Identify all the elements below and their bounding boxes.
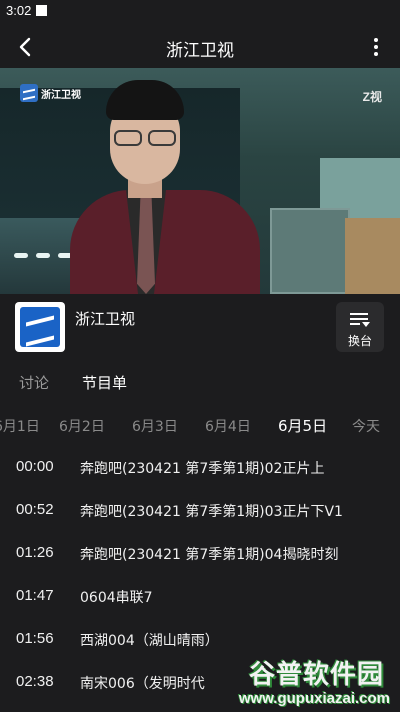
program-row[interactable]: 00:52 奔跑吧(230421 第7季第1期)03正片下V1 — [0, 491, 400, 531]
date-item-today[interactable]: 今天 — [352, 416, 380, 436]
watermark-url: www.gupuxiazai.com — [238, 690, 390, 707]
more-options-button[interactable] — [364, 30, 388, 64]
program-row[interactable]: 00:00 奔跑吧(230421 第7季第1期)02正片上 — [0, 448, 400, 488]
status-bar: 3:02 — [0, 0, 400, 22]
zhejiang-tv-logo-icon — [20, 307, 60, 347]
program-time: 00:00 — [16, 458, 54, 475]
watermark-title: 谷普软件园 — [248, 660, 384, 690]
page-title: 浙江卫视 — [166, 41, 234, 61]
content-tabs: 讨论 节目单 — [0, 366, 400, 400]
status-time: 3:02 — [6, 3, 32, 18]
date-item[interactable]: 6月3日 — [132, 416, 178, 436]
program-title: 奔跑吧(230421 第7季第1期)03正片下V1 — [80, 504, 343, 520]
channel-logo — [15, 302, 65, 352]
switch-channel-button[interactable]: 换台 — [336, 302, 384, 352]
date-item[interactable]: 6月1日 — [0, 416, 40, 436]
program-title: 西湖004（湖山晴雨） — [80, 633, 219, 649]
switch-channel-label: 换台 — [347, 334, 372, 348]
tab-discussion[interactable]: 讨论 — [19, 372, 49, 393]
video-corner-mark: Z视 — [362, 90, 382, 104]
program-title: 0604串联7 — [80, 590, 153, 606]
date-item[interactable]: 6月2日 — [59, 416, 105, 436]
date-item[interactable]: 6月4日 — [205, 416, 251, 436]
program-time: 01:47 — [16, 587, 54, 604]
video-background — [345, 218, 400, 294]
channel-list-icon — [350, 313, 370, 327]
program-title: 南宋006（发明时代 — [80, 676, 205, 692]
program-title: 奔跑吧(230421 第7季第1期)02正片上 — [80, 461, 325, 477]
program-row[interactable]: 01:47 0604串联7 — [0, 577, 400, 617]
tab-schedule[interactable]: 节目单 — [82, 372, 127, 393]
video-logo-text: 浙江卫视 — [41, 89, 81, 101]
more-dot-icon — [374, 38, 378, 42]
program-time: 02:38 — [16, 673, 54, 690]
date-selector: 6月1日 6月2日 6月3日 6月4日 6月5日 今天 — [0, 412, 400, 442]
program-row[interactable]: 01:26 奔跑吧(230421 第7季第1期)04揭晓时刻 — [0, 534, 400, 574]
video-background — [270, 208, 350, 294]
program-time: 01:26 — [16, 544, 54, 561]
channel-info: 浙江卫视 换台 — [0, 294, 400, 360]
program-time: 00:52 — [16, 501, 54, 518]
program-time: 01:56 — [16, 630, 54, 647]
date-item-selected[interactable]: 6月5日 — [278, 415, 327, 436]
more-dot-icon — [374, 52, 378, 56]
notification-icon — [36, 5, 47, 16]
app-bar: 浙江卫视 — [0, 22, 400, 72]
program-title: 奔跑吧(230421 第7季第1期)04揭晓时刻 — [80, 547, 339, 563]
more-dot-icon — [374, 45, 378, 49]
video-channel-logo: 浙江卫视 — [20, 84, 81, 102]
channel-name: 浙江卫视 — [75, 310, 136, 328]
video-frame-person — [70, 80, 260, 294]
site-watermark: 谷普软件园 www.gupuxiazai.com — [214, 654, 396, 712]
zhejiang-tv-logo-icon — [20, 84, 38, 102]
